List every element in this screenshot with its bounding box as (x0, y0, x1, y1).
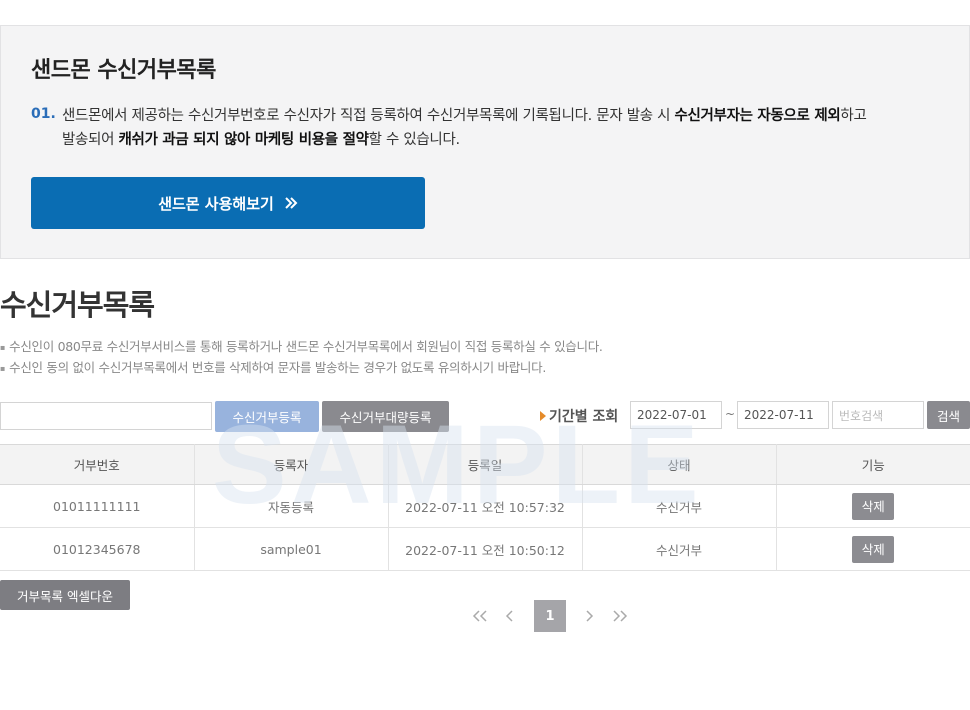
date-cell: 2022-07-11 오전 10:57:32 (388, 484, 583, 528)
reject-number-input[interactable] (0, 402, 212, 430)
number-search-input[interactable]: 번호검색 (832, 401, 924, 429)
registrant-cell: sample01 (194, 527, 389, 571)
try-sendmon-label: 샌드몬 사용해보기 (158, 194, 274, 213)
notice-list: 수신인이 080무료 수신거부서비스를 통해 등록하거나 샌드몬 수신거부목록에… (0, 337, 603, 379)
promo-text-part: 수신거부자는 자동으로 제외 (674, 108, 841, 124)
registrant-cell: 자동등록 (194, 484, 389, 528)
promo-text-part: 할 수 있습니다. (368, 132, 460, 148)
promo-description: 샌드몬에서 제공하는 수신거부번호로 수신자가 직접 등록하여 수신거부목록에 … (62, 104, 882, 152)
next-page-icon[interactable] (579, 600, 599, 632)
reject-number-cell: 01012345678 (0, 527, 195, 571)
date-cell: 2022-07-11 오전 10:50:12 (388, 527, 583, 571)
period-search-label: 기간별 조회 (540, 406, 618, 426)
search-button[interactable]: 검색 (927, 401, 970, 429)
delete-button[interactable]: 삭제 (852, 492, 895, 520)
action-cell: 삭제 (776, 527, 970, 571)
column-header: 거부번호 (0, 444, 195, 485)
current-page[interactable]: 1 (534, 600, 566, 632)
promo-title: 샌드몬 수신거부목록 (31, 58, 216, 83)
table-header-row: 거부번호 등록자 등록일 상태 기능 (0, 444, 970, 485)
promo-text-part: 샌드몬에서 제공하는 수신거부번호로 수신자가 직접 등록하여 수신거부목록에 … (62, 108, 675, 124)
notice-item: 수신인 동의 없이 수신거부목록에서 번호를 삭제하여 문자를 발송하는 경우가… (0, 358, 603, 379)
column-header: 기능 (776, 444, 970, 485)
period-search-text: 기간별 조회 (549, 409, 619, 425)
try-sendmon-button[interactable]: 샌드몬 사용해보기 (31, 177, 425, 229)
last-page-icon[interactable] (606, 600, 634, 632)
delete-button[interactable]: 삭제 (852, 535, 895, 563)
action-cell: 삭제 (776, 484, 970, 528)
excel-download-button[interactable]: 거부목록 엑셀다운 (0, 580, 130, 610)
promo-box: 샌드몬 수신거부목록 01. 샌드몬에서 제공하는 수신거부번호로 수신자가 직… (0, 25, 970, 259)
column-header: 등록자 (194, 444, 389, 485)
table-row: 01011111111 자동등록 2022-07-11 오전 10:57:32 … (0, 484, 970, 528)
triangle-right-icon (540, 411, 546, 421)
status-cell: 수신거부 (582, 527, 777, 571)
table-row: 01012345678 sample01 2022-07-11 오전 10:50… (0, 527, 970, 571)
notice-item: 수신인이 080무료 수신거부서비스를 통해 등록하거나 샌드몬 수신거부목록에… (0, 337, 603, 358)
status-cell: 수신거부 (582, 484, 777, 528)
prev-page-icon[interactable] (500, 600, 520, 632)
promo-text-part: 캐쉬가 과금 되지 않아 마케팅 비용을 절약 (118, 132, 369, 148)
bulk-register-button[interactable]: 수신거부대량등록 (322, 401, 449, 432)
date-to-field[interactable]: 2022-07-11 (737, 401, 829, 429)
date-separator: ~ (725, 407, 736, 421)
reject-list-table: 거부번호 등록자 등록일 상태 기능 01011111111 자동등록 2022… (0, 444, 970, 571)
double-chevron-right-icon (284, 196, 298, 210)
date-from-field[interactable]: 2022-07-01 (630, 401, 722, 429)
reject-number-cell: 01011111111 (0, 484, 195, 528)
register-reject-button[interactable]: 수신거부등록 (215, 401, 319, 432)
column-header: 상태 (582, 444, 777, 485)
page-title: 수신거부목록 (0, 288, 155, 322)
first-page-icon[interactable] (466, 600, 494, 632)
column-header: 등록일 (388, 444, 583, 485)
promo-item-number: 01. (31, 106, 56, 122)
